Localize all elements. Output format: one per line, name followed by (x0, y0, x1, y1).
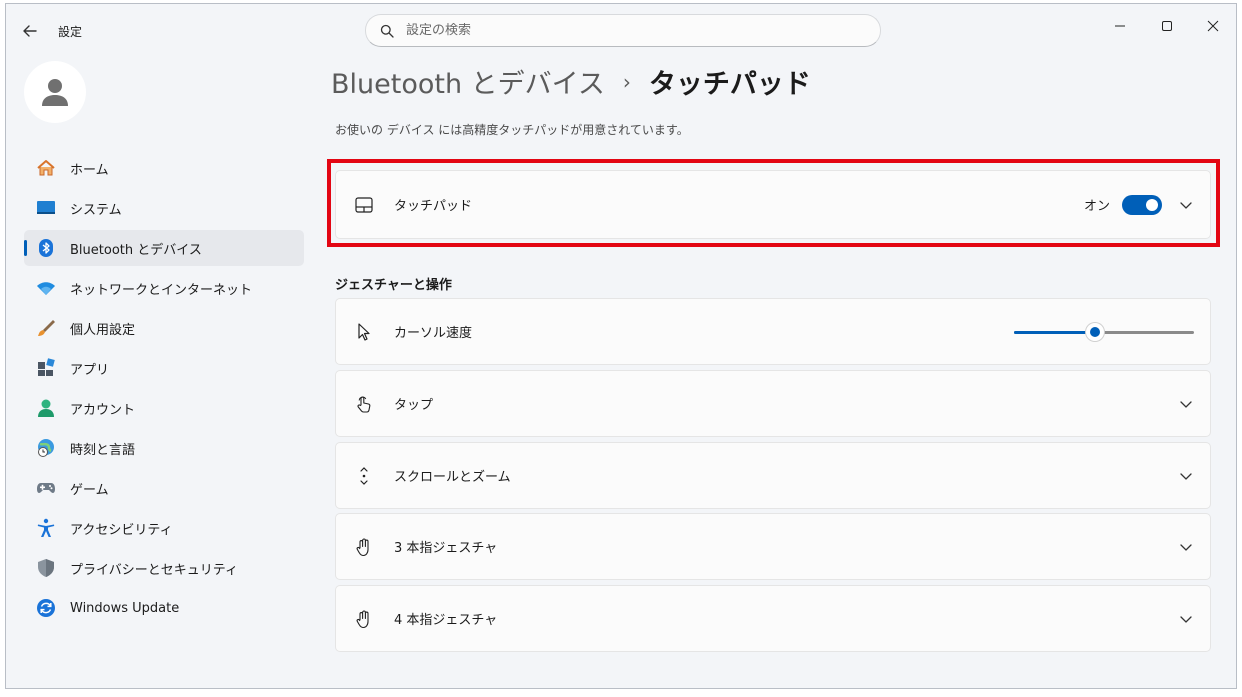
chevron-down-icon[interactable] (1178, 539, 1194, 555)
hand-icon (354, 609, 374, 629)
tap-label: タップ (394, 398, 434, 413)
hand-icon (354, 537, 374, 557)
slider-fill (1014, 330, 1095, 334)
bluetooth-icon (36, 238, 56, 258)
maximize-button[interactable] (1145, 12, 1189, 40)
sidebar-item-label: アプリ (70, 362, 110, 378)
three-finger-card[interactable]: 3 本指ジェスチャ (335, 513, 1211, 580)
breadcrumb-separator: › (622, 69, 631, 94)
cursor-speed-card: カーソル速度 (335, 298, 1211, 365)
page-subtitle: お使いの デバイス には高精度タッチパッドが用意されています。 (335, 123, 689, 137)
search-box[interactable] (365, 14, 881, 47)
arrow-left-icon (23, 25, 37, 37)
sidebar-item-windows-update[interactable]: Windows Update (24, 590, 304, 626)
sidebar-item-label: 時刻と言語 (70, 442, 136, 458)
chevron-down-icon[interactable] (1178, 396, 1194, 412)
page-title: タッチパッド (648, 69, 811, 100)
slider-thumb[interactable] (1086, 322, 1104, 341)
scroll-zoom-card[interactable]: スクロールとズーム (335, 442, 1211, 509)
scroll-zoom-label: スクロールとズーム (394, 470, 511, 485)
sidebar-item-label: システム (70, 202, 122, 218)
sidebar-item-network[interactable]: ネットワークとインターネット (24, 270, 304, 306)
sidebar-item-apps[interactable]: アプリ (24, 350, 304, 386)
back-button[interactable] (20, 21, 40, 41)
close-button[interactable] (1191, 12, 1235, 40)
home-icon (36, 158, 56, 178)
tap-card[interactable]: タップ (335, 370, 1211, 437)
app-title: 設定 (58, 25, 83, 39)
title-bar: 設定 (6, 4, 1236, 50)
three-finger-label: 3 本指ジェスチャ (394, 541, 498, 556)
sidebar-item-label: ネットワークとインターネット (70, 282, 253, 298)
system-icon (36, 198, 56, 218)
sidebar-item-label: 個人用設定 (70, 322, 136, 338)
cursor-speed-label: カーソル速度 (394, 326, 473, 341)
minimize-button[interactable] (1098, 12, 1142, 40)
sidebar-item-label: ホーム (70, 162, 109, 178)
chevron-down-icon[interactable] (1178, 468, 1194, 484)
sidebar-item-label: アクセシビリティ (70, 522, 173, 538)
settings-window: 設定 ホーム システム Bluetooth とデバイス (5, 3, 1237, 689)
update-icon (36, 598, 56, 618)
account-icon (36, 398, 56, 418)
sidebar-item-time-language[interactable]: 時刻と言語 (24, 430, 304, 466)
sidebar-item-gaming[interactable]: ゲーム (24, 470, 304, 506)
sidebar-item-system[interactable]: システム (24, 190, 304, 226)
sidebar-item-label: Windows Update (70, 600, 180, 616)
sidebar-item-privacy[interactable]: プライバシーとセキュリティ (24, 550, 304, 586)
four-finger-card[interactable]: 4 本指ジェスチャ (335, 585, 1211, 652)
gamepad-icon (36, 478, 56, 498)
minimize-icon (1115, 25, 1125, 27)
globe-clock-icon (36, 438, 56, 458)
sidebar-item-accounts[interactable]: アカウント (24, 390, 304, 426)
tap-icon (354, 394, 374, 414)
cursor-icon (354, 322, 374, 342)
section-title: ジェスチャーと操作 (335, 278, 452, 293)
sidebar-nav: ホーム システム Bluetooth とデバイス ネットワークとインターネット … (24, 150, 304, 630)
highlight-box (327, 159, 1220, 247)
sidebar-item-accessibility[interactable]: アクセシビリティ (24, 510, 304, 546)
sidebar-item-personalization[interactable]: 個人用設定 (24, 310, 304, 346)
chevron-down-icon[interactable] (1178, 611, 1194, 627)
four-finger-label: 4 本指ジェスチャ (394, 613, 498, 628)
sidebar-item-label: プライバシーとセキュリティ (70, 562, 238, 578)
sidebar-item-bluetooth[interactable]: Bluetooth とデバイス (24, 230, 304, 266)
breadcrumb-parent-link[interactable]: Bluetooth とデバイス (331, 62, 605, 101)
wifi-icon (36, 278, 56, 298)
search-input[interactable] (406, 23, 846, 38)
avatar[interactable] (24, 61, 86, 123)
scroll-icon (354, 466, 374, 486)
apps-icon (36, 358, 56, 378)
search-icon (380, 24, 394, 38)
sidebar-item-label: Bluetooth とデバイス (70, 242, 202, 258)
sidebar-item-label: ゲーム (70, 482, 109, 498)
cursor-speed-slider[interactable] (1014, 322, 1194, 342)
shield-icon (36, 558, 56, 578)
sidebar-item-home[interactable]: ホーム (24, 150, 304, 186)
maximize-icon (1162, 21, 1172, 31)
brush-icon (36, 318, 56, 338)
user-icon (42, 79, 68, 106)
accessibility-icon (36, 518, 56, 538)
sidebar-item-label: アカウント (70, 402, 136, 418)
close-icon (1207, 20, 1219, 32)
breadcrumb: Bluetooth とデバイス › タッチパッド (331, 62, 811, 101)
